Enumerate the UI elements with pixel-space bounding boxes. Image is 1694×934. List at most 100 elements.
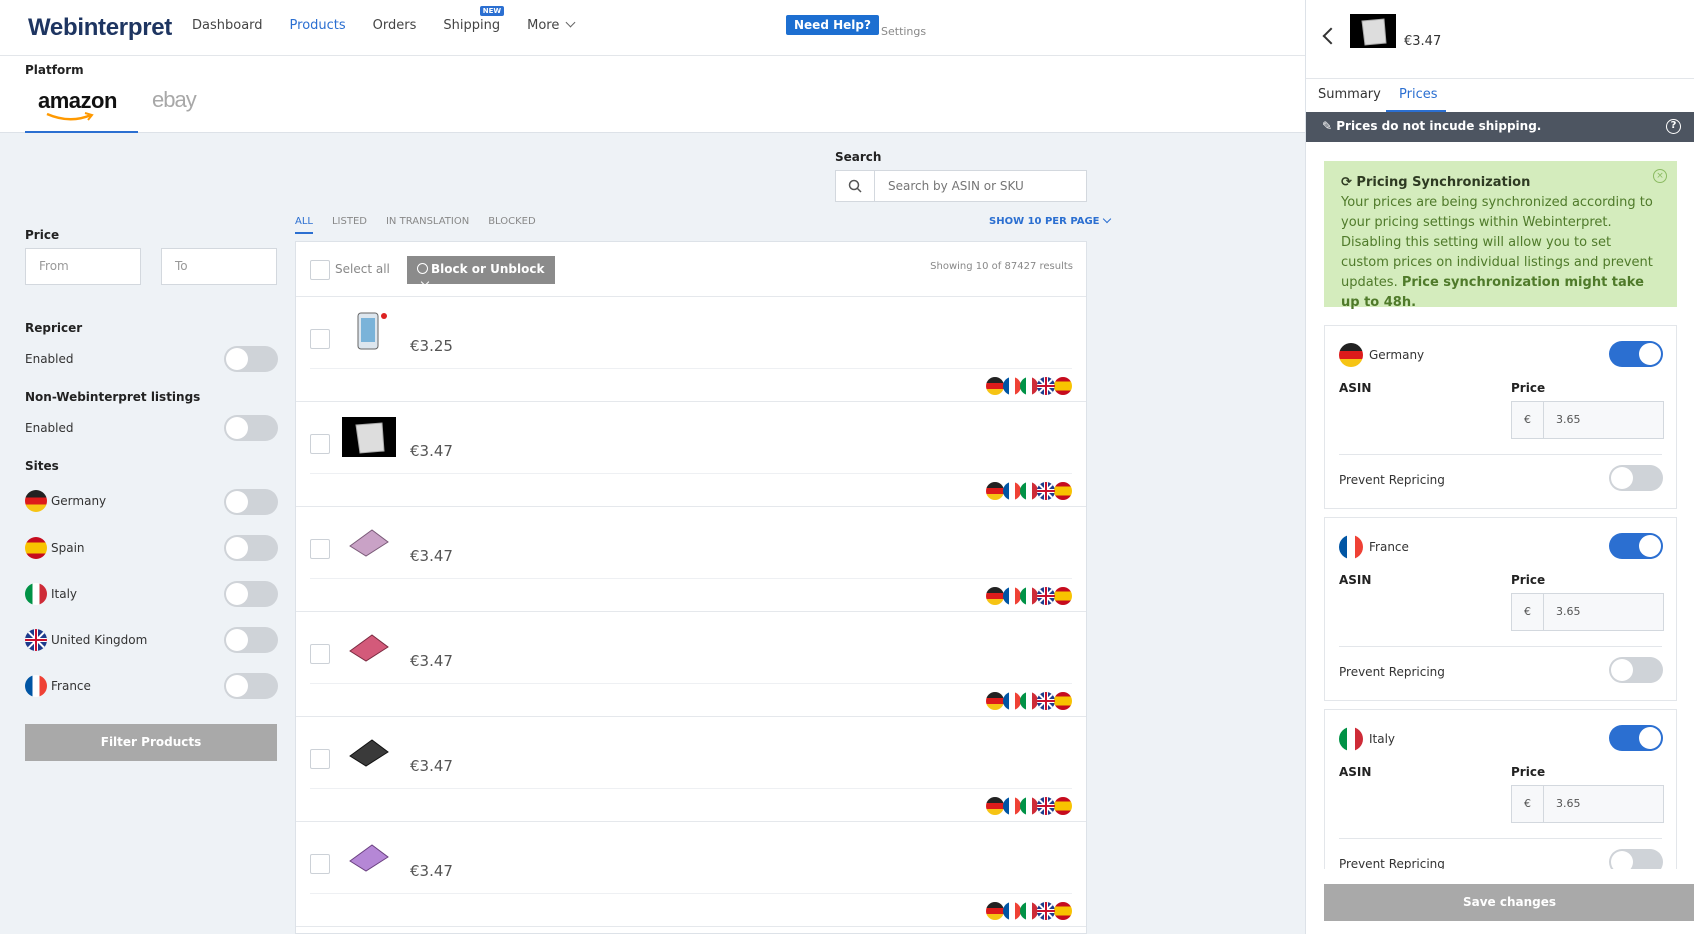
price-input[interactable]: € 3.65 bbox=[1511, 401, 1664, 439]
uk-flag-icon bbox=[1037, 902, 1055, 920]
italy-flag-icon bbox=[1020, 797, 1038, 815]
row-divider bbox=[310, 368, 1072, 369]
need-help-button[interactable]: Need Help? bbox=[786, 15, 879, 35]
amazon-logo: amazon bbox=[38, 88, 117, 113]
uk-flag-icon bbox=[1037, 692, 1055, 710]
shipping-notice-text: Prices do not incude shipping. bbox=[1336, 119, 1542, 133]
per-page-dropdown[interactable]: SHOW 10 PER PAGE bbox=[989, 214, 1111, 227]
nav-products[interactable]: Products bbox=[290, 18, 346, 33]
france-flag-icon bbox=[1003, 587, 1021, 605]
select-all-checkbox[interactable] bbox=[310, 260, 330, 280]
row-checkbox[interactable] bbox=[310, 329, 330, 349]
product-detail-panel: €3.47 Summary Prices ✎ Prices do not inc… bbox=[1305, 0, 1694, 934]
platform-amazon[interactable]: amazon bbox=[25, 86, 138, 133]
block-icon bbox=[417, 263, 428, 274]
product-thumbnail[interactable] bbox=[342, 732, 396, 772]
repricer-toggle[interactable] bbox=[224, 346, 278, 372]
row-divider bbox=[310, 788, 1072, 789]
price-to-input[interactable]: To bbox=[161, 248, 277, 285]
price-label: Price bbox=[1511, 765, 1546, 779]
price-value: 3.65 bbox=[1556, 413, 1581, 426]
row-checkbox[interactable] bbox=[310, 539, 330, 559]
tab-blocked[interactable]: BLOCKED bbox=[488, 216, 536, 227]
new-badge: NEW bbox=[479, 6, 505, 16]
site-italy-toggle[interactable] bbox=[224, 581, 278, 607]
germany-flag-icon bbox=[986, 587, 1004, 605]
save-changes-button[interactable]: Save changes bbox=[1324, 884, 1694, 921]
product-row[interactable]: €3.47 bbox=[296, 717, 1086, 822]
tab-summary[interactable]: Summary bbox=[1318, 87, 1381, 102]
nav-shipping[interactable]: Shipping NEW bbox=[443, 6, 505, 33]
product-row[interactable]: €3.47 bbox=[296, 612, 1086, 717]
site-spain-toggle[interactable] bbox=[224, 535, 278, 561]
prevent-repricing-toggle[interactable] bbox=[1609, 465, 1663, 491]
select-all-label[interactable]: Select all bbox=[335, 262, 390, 276]
product-row[interactable]: €3.25 bbox=[296, 297, 1086, 402]
non-webinterpret-toggle[interactable] bbox=[224, 415, 278, 441]
row-divider bbox=[310, 578, 1072, 579]
divider bbox=[1339, 838, 1662, 839]
spain-flag-icon bbox=[25, 537, 47, 559]
germany-flag-icon bbox=[986, 692, 1004, 710]
product-row[interactable]: €3.47 bbox=[296, 507, 1086, 612]
help-icon[interactable]: ? bbox=[1666, 119, 1681, 134]
site-germany-toggle[interactable] bbox=[224, 489, 278, 515]
tab-all[interactable]: ALL bbox=[295, 216, 313, 234]
logo-text: Webinterpret bbox=[28, 14, 172, 41]
tab-listed[interactable]: LISTED bbox=[332, 216, 367, 227]
search-input[interactable] bbox=[876, 171, 1084, 201]
price-value: 3.65 bbox=[1556, 605, 1581, 618]
site-spain-label: Spain bbox=[51, 541, 85, 555]
search-box bbox=[835, 170, 1087, 202]
product-row[interactable]: €3.47 bbox=[296, 822, 1086, 927]
tab-in-translation[interactable]: IN TRANSLATION bbox=[386, 216, 469, 227]
prevent-repricing-label: Prevent Repricing bbox=[1339, 665, 1445, 679]
currency-symbol: € bbox=[1512, 594, 1544, 630]
price-input[interactable]: € 3.65 bbox=[1511, 785, 1664, 823]
prevent-repricing-toggle[interactable] bbox=[1609, 657, 1663, 683]
product-thumbnail[interactable] bbox=[342, 312, 396, 352]
product-thumbnail[interactable] bbox=[342, 522, 396, 562]
germany-flag-icon bbox=[1339, 343, 1363, 367]
product-thumbnail[interactable] bbox=[342, 837, 396, 877]
spain-flag-icon bbox=[1054, 377, 1072, 395]
price-input[interactable]: € 3.65 bbox=[1511, 593, 1664, 631]
nav-dashboard[interactable]: Dashboard bbox=[192, 18, 263, 33]
row-checkbox[interactable] bbox=[310, 854, 330, 874]
france-sync-toggle[interactable] bbox=[1609, 533, 1663, 559]
france-flag-icon bbox=[1003, 692, 1021, 710]
block-unblock-button[interactable]: Block or Unblock bbox=[407, 256, 555, 287]
asin-label: ASIN bbox=[1339, 381, 1372, 395]
row-checkbox[interactable] bbox=[310, 644, 330, 664]
price-from-input[interactable]: From bbox=[25, 248, 141, 285]
row-divider bbox=[310, 893, 1072, 894]
platform-ebay[interactable]: ebay bbox=[152, 87, 197, 113]
row-checkbox[interactable] bbox=[310, 434, 330, 454]
row-checkbox[interactable] bbox=[310, 749, 330, 769]
search-icon[interactable] bbox=[836, 171, 875, 201]
nav-more[interactable]: More bbox=[527, 17, 576, 33]
amazon-smile-icon bbox=[46, 112, 94, 121]
france-flag-icon bbox=[1003, 797, 1021, 815]
germany-sync-toggle[interactable] bbox=[1609, 341, 1663, 367]
product-row[interactable]: €3.47 bbox=[296, 402, 1086, 507]
italy-sync-toggle[interactable] bbox=[1609, 725, 1663, 751]
close-icon[interactable]: × bbox=[1653, 169, 1667, 183]
prevent-repricing-toggle[interactable] bbox=[1609, 849, 1663, 869]
product-thumbnail[interactable] bbox=[342, 627, 396, 667]
back-arrow-icon[interactable] bbox=[1322, 27, 1340, 45]
tab-prices[interactable]: Prices bbox=[1399, 87, 1438, 102]
filter-products-button[interactable]: Filter Products bbox=[25, 724, 277, 761]
product-price: €3.47 bbox=[410, 547, 453, 565]
settings-link[interactable]: Settings bbox=[881, 25, 926, 38]
site-france-toggle[interactable] bbox=[224, 673, 278, 699]
webinterpret-logo[interactable]: Webinterpret bbox=[28, 14, 172, 42]
product-thumbnail[interactable] bbox=[342, 417, 396, 457]
france-flag-icon bbox=[25, 675, 47, 697]
site-uk-toggle[interactable] bbox=[224, 627, 278, 653]
sites-title: Sites bbox=[25, 459, 59, 473]
nav-orders[interactable]: Orders bbox=[373, 18, 417, 33]
uk-flag-icon bbox=[1037, 587, 1055, 605]
row-site-flags bbox=[986, 587, 1072, 605]
country-card-germany: Germany ASIN Price € 3.65 Prevent Repric… bbox=[1324, 325, 1677, 509]
